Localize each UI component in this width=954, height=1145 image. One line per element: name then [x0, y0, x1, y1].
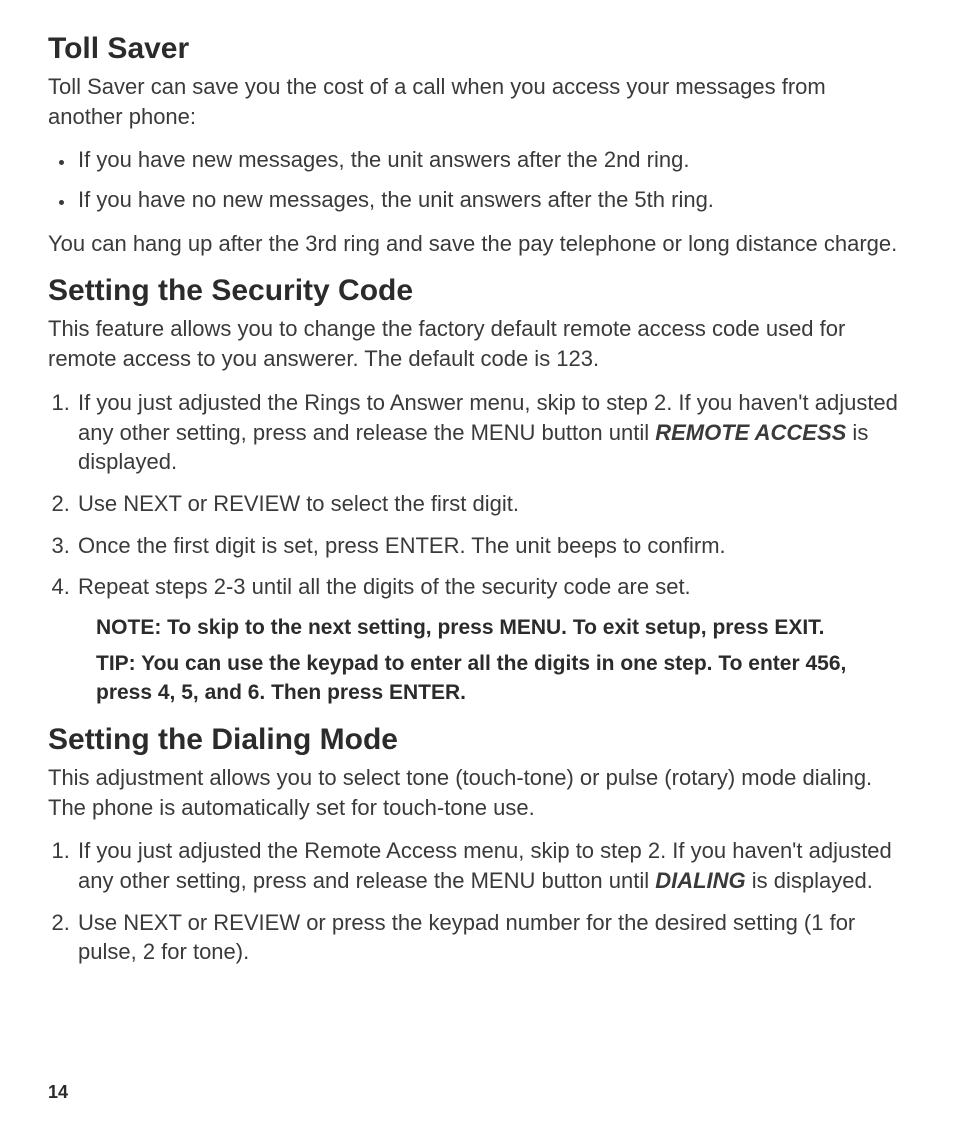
dialing-mode-intro: This adjustment allows you to select ton…: [48, 763, 906, 822]
security-code-intro: This feature allows you to change the fa…: [48, 314, 906, 373]
dialing-mode-step-2: Use NEXT or REVIEW or press the keypad n…: [76, 908, 906, 967]
toll-saver-bullets: If you have new messages, the unit answe…: [48, 145, 906, 214]
toll-saver-closing: You can hang up after the 3rd ring and s…: [48, 229, 906, 259]
security-code-step-1: If you just adjusted the Rings to Answer…: [76, 388, 906, 477]
toll-saver-bullet-2: If you have no new messages, the unit an…: [76, 185, 906, 215]
security-code-step-3: Once the first digit is set, press ENTER…: [76, 531, 906, 561]
security-code-callout: NOTE: To skip to the next setting, press…: [96, 614, 886, 707]
dialing-mode-step-1: If you just adjusted the Remote Access m…: [76, 836, 906, 895]
toll-saver-bullet-1: If you have new messages, the unit answe…: [76, 145, 906, 175]
dialing-step1-post: is displayed.: [746, 868, 873, 893]
security-code-step-4: Repeat steps 2-3 until all the digits of…: [76, 572, 906, 602]
section-toll-saver: Toll Saver Toll Saver can save you the c…: [48, 32, 906, 258]
security-code-tip: TIP: You can use the keypad to enter all…: [96, 650, 886, 707]
toll-saver-intro: Toll Saver can save you the cost of a ca…: [48, 72, 906, 131]
page-number: 14: [48, 1082, 68, 1103]
heading-toll-saver: Toll Saver: [48, 32, 906, 66]
security-code-note: NOTE: To skip to the next setting, press…: [96, 614, 886, 642]
dialing-mode-steps: If you just adjusted the Remote Access m…: [48, 836, 906, 967]
security-step1-bold: REMOTE ACCESS: [655, 420, 846, 445]
document-page: Toll Saver Toll Saver can save you the c…: [0, 0, 954, 1145]
security-code-step-2: Use NEXT or REVIEW to select the first d…: [76, 489, 906, 519]
heading-security-code: Setting the Security Code: [48, 274, 906, 308]
security-code-steps: If you just adjusted the Rings to Answer…: [48, 388, 906, 602]
section-security-code: Setting the Security Code This feature a…: [48, 274, 906, 707]
section-dialing-mode: Setting the Dialing Mode This adjustment…: [48, 723, 906, 967]
heading-dialing-mode: Setting the Dialing Mode: [48, 723, 906, 757]
dialing-step1-bold: DIALING: [655, 868, 745, 893]
